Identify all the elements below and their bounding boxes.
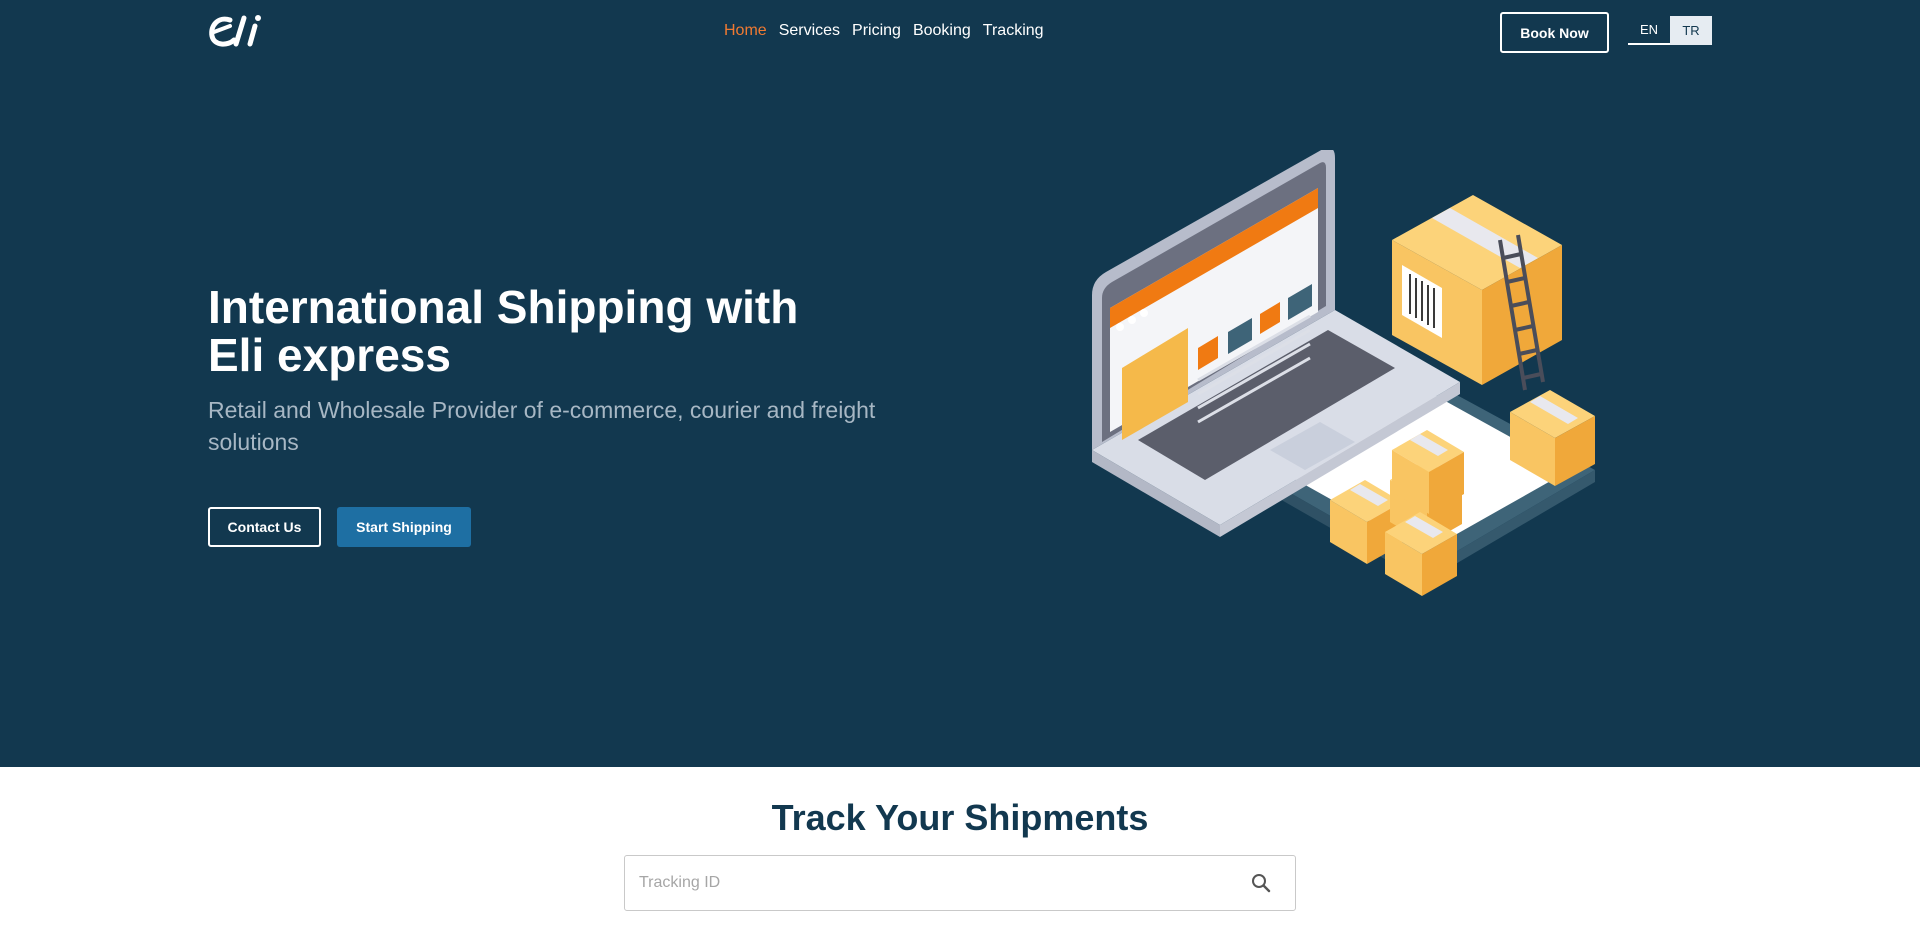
language-switcher: EN TR — [1628, 16, 1712, 45]
nav-item-tracking[interactable]: Tracking — [983, 20, 1044, 42]
nav-item-home[interactable]: Home — [724, 20, 767, 42]
start-shipping-button[interactable]: Start Shipping — [337, 507, 471, 547]
book-now-button[interactable]: Book Now — [1500, 12, 1609, 53]
language-tr-button[interactable]: TR — [1670, 16, 1712, 45]
hero-section: Home Services Pricing Booking Tracking B… — [0, 0, 1920, 767]
search-icon[interactable] — [1250, 872, 1272, 894]
tracking-search-box — [624, 855, 1296, 911]
hero-title-line-2: Eli express — [208, 329, 451, 381]
nav-item-booking[interactable]: Booking — [913, 20, 971, 42]
hero-title-line-1: International Shipping with — [208, 281, 799, 333]
laptop-boxes-illustration — [1080, 147, 1610, 670]
hero-subtitle: Retail and Wholesale Provider of e-comme… — [208, 397, 876, 455]
large-box-graphic — [1392, 195, 1562, 385]
language-en-button[interactable]: EN — [1628, 16, 1670, 45]
contact-us-button[interactable]: Contact Us — [208, 507, 321, 547]
nav-item-pricing[interactable]: Pricing — [852, 20, 901, 42]
tracking-id-input[interactable] — [639, 856, 1239, 910]
hero-title: International Shipping with Eli express — [208, 283, 908, 379]
brand-logo[interactable] — [208, 12, 274, 50]
nav-item-services[interactable]: Services — [779, 20, 840, 42]
main-nav: Home Services Pricing Booking Tracking — [724, 20, 1056, 42]
track-section-title: Track Your Shipments — [771, 797, 1149, 838]
eli-logo-mark — [209, 15, 261, 47]
